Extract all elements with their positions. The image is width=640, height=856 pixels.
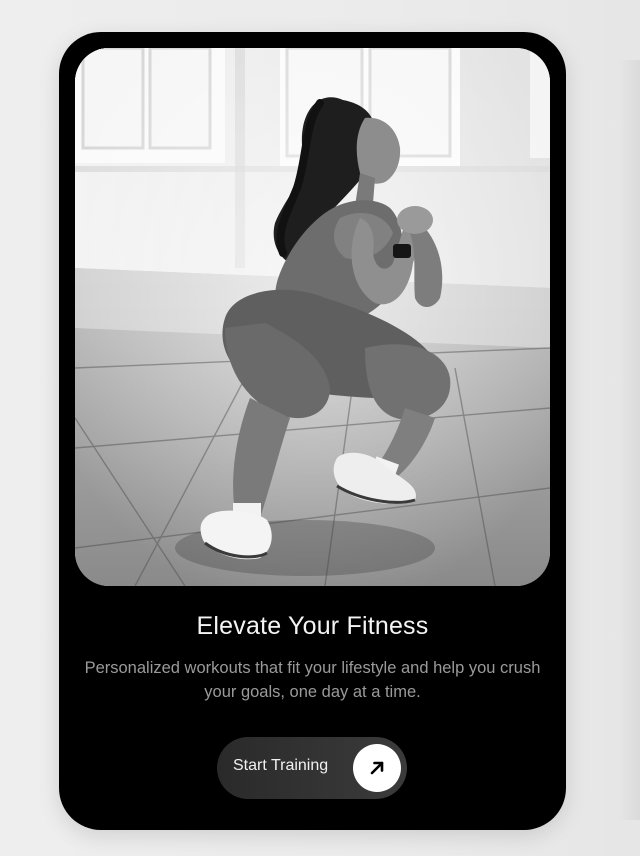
woman-squatting-illustration [75, 48, 550, 586]
onboarding-card: Elevate Your Fitness Personalized workou… [59, 32, 566, 830]
card-title: Elevate Your Fitness [196, 612, 429, 640]
hero-photo [75, 48, 550, 586]
start-training-label: Start Training [233, 757, 329, 774]
side-shadow [618, 60, 640, 820]
page-background: Elevate Your Fitness Personalized workou… [0, 0, 640, 856]
start-training-button[interactable]: Start Training [217, 737, 407, 799]
card-description: Personalized workouts that fit your life… [84, 659, 541, 701]
arrow-up-right-icon [353, 744, 401, 792]
